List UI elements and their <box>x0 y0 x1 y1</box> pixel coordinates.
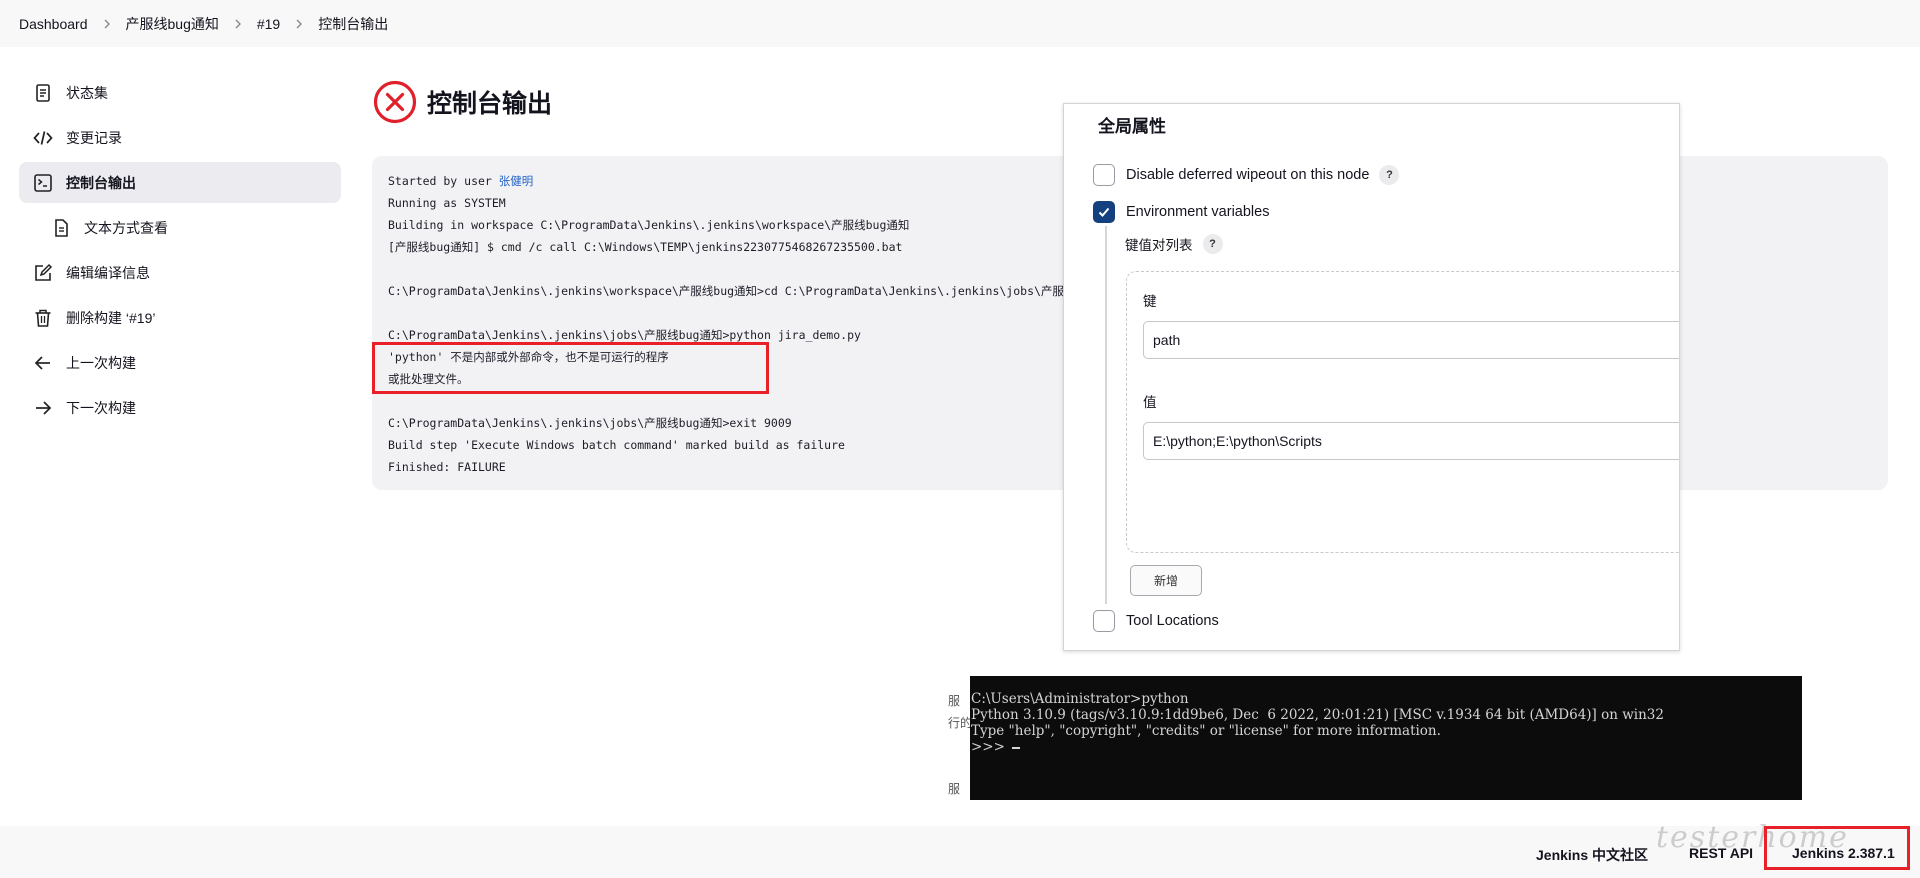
sidebar: 状态集 变更记录 控制台输出 文本方式查看 编辑编译信息 删除构建 ‘#19’ … <box>19 72 341 432</box>
breadcrumb-build[interactable]: #19 <box>257 16 280 32</box>
sidebar-item-label: 状态集 <box>66 84 108 101</box>
option-tool-locations: Tool Locations <box>1093 610 1219 632</box>
sidebar-item-next-build[interactable]: 下一次构建 <box>19 387 341 428</box>
option-disable-wipeout: Disable deferred wipeout on this node ? <box>1093 164 1400 186</box>
file-icon <box>51 218 71 238</box>
fragment-text: 行的 <box>948 716 970 730</box>
sidebar-item-label: 文本方式查看 <box>84 219 168 236</box>
panel-title: 全局属性 <box>1098 117 1166 136</box>
key-label: 键 <box>1143 294 1157 309</box>
terminal-prompt: >>> <box>971 739 1010 755</box>
terminal-icon <box>33 173 53 193</box>
kv-list-label: 键值对列表 ? <box>1125 234 1223 254</box>
community-link[interactable]: Jenkins 中文社区 <box>1536 845 1648 865</box>
terminal-prompt-line: >>> <box>971 739 1802 755</box>
checkbox-environment-variables[interactable] <box>1093 201 1115 223</box>
breadcrumb-console[interactable]: 控制台输出 <box>318 14 388 34</box>
terminal-line: Type "help", "copyright", "credits" or "… <box>971 723 1441 739</box>
terminal-side-fragment: 服 行的 服 <box>948 676 970 800</box>
code-icon <box>33 128 53 148</box>
sidebar-item-plain-text[interactable]: 文本方式查看 <box>19 207 341 248</box>
sidebar-item-status[interactable]: 状态集 <box>19 72 341 113</box>
add-button[interactable]: 新增 <box>1130 565 1202 596</box>
version-highlight-box <box>1764 826 1910 870</box>
arrow-right-icon <box>33 398 53 418</box>
kv-entry-box <box>1126 271 1679 553</box>
sidebar-item-label: 删除构建 ‘#19’ <box>66 309 156 326</box>
sidebar-item-label: 控制台输出 <box>66 174 136 191</box>
section-guide-line <box>1105 226 1107 604</box>
terminal-cursor <box>1012 746 1021 749</box>
key-input[interactable]: path <box>1143 321 1679 359</box>
terminal-line: C:\Users\Administrator>python <box>971 691 1189 707</box>
chevron-right-icon <box>102 19 112 29</box>
arrow-left-icon <box>33 353 53 373</box>
kv-list-label-text: 键值对列表 <box>1125 238 1193 253</box>
sidebar-item-label: 上一次构建 <box>66 354 136 371</box>
sidebar-item-label: 编辑编译信息 <box>66 264 150 281</box>
terminal-line: Python 3.10.9 (tags/v3.10.9:1dd9be6, Dec… <box>971 707 1664 723</box>
option-environment-variables: Environment variables <box>1093 201 1269 223</box>
sidebar-item-previous-build[interactable]: 上一次构建 <box>19 342 341 383</box>
page-heading: 控制台输出 <box>373 80 552 124</box>
option-label: Environment variables <box>1126 204 1270 220</box>
sidebar-item-console[interactable]: 控制台输出 <box>19 162 341 203</box>
fragment-text: 服 <box>948 782 961 796</box>
page-title: 控制台输出 <box>427 90 553 118</box>
document-icon <box>33 83 53 103</box>
global-properties-panel: 全局属性 Disable deferred wipeout on this no… <box>1063 103 1680 651</box>
user-link[interactable]: 张健明 <box>499 174 534 188</box>
chevron-right-icon <box>233 19 243 29</box>
check-icon <box>1098 207 1110 217</box>
edit-icon <box>33 263 53 283</box>
value-input[interactable]: E:\python;E:\python\Scripts <box>1143 422 1679 460</box>
option-label: Tool Locations <box>1126 613 1219 629</box>
footer: Jenkins 中文社区 REST API Jenkins 2.387.1 <box>0 826 1920 878</box>
sidebar-item-delete-build[interactable]: 删除构建 ‘#19’ <box>19 297 341 338</box>
breadcrumb-job[interactable]: 产服线bug通知 <box>126 14 219 34</box>
breadcrumb-dashboard[interactable]: Dashboard <box>19 16 88 32</box>
help-icon[interactable]: ? <box>1379 165 1400 185</box>
breadcrumb: Dashboard 产服线bug通知 #19 控制台输出 <box>0 0 1920 47</box>
help-icon[interactable]: ? <box>1202 234 1223 254</box>
error-highlight-box <box>372 342 769 394</box>
cmd-terminal[interactable]: C:\Users\Administrator>python Python 3.1… <box>970 676 1802 800</box>
value-label: 值 <box>1143 395 1157 410</box>
console-started-text: Started by user <box>388 174 499 188</box>
trash-icon <box>33 308 53 328</box>
fragment-text: 服 <box>948 694 961 708</box>
chevron-right-icon <box>294 19 304 29</box>
option-label: Disable deferred wipeout on this node <box>1126 167 1370 183</box>
sidebar-item-changes[interactable]: 变更记录 <box>19 117 341 158</box>
sidebar-item-label: 下一次构建 <box>66 399 136 416</box>
checkbox-disable-wipeout[interactable] <box>1093 164 1115 186</box>
checkbox-tool-locations[interactable] <box>1093 610 1115 632</box>
sidebar-item-edit-info[interactable]: 编辑编译信息 <box>19 252 341 293</box>
failure-icon <box>373 80 417 124</box>
sidebar-item-label: 变更记录 <box>66 129 122 146</box>
